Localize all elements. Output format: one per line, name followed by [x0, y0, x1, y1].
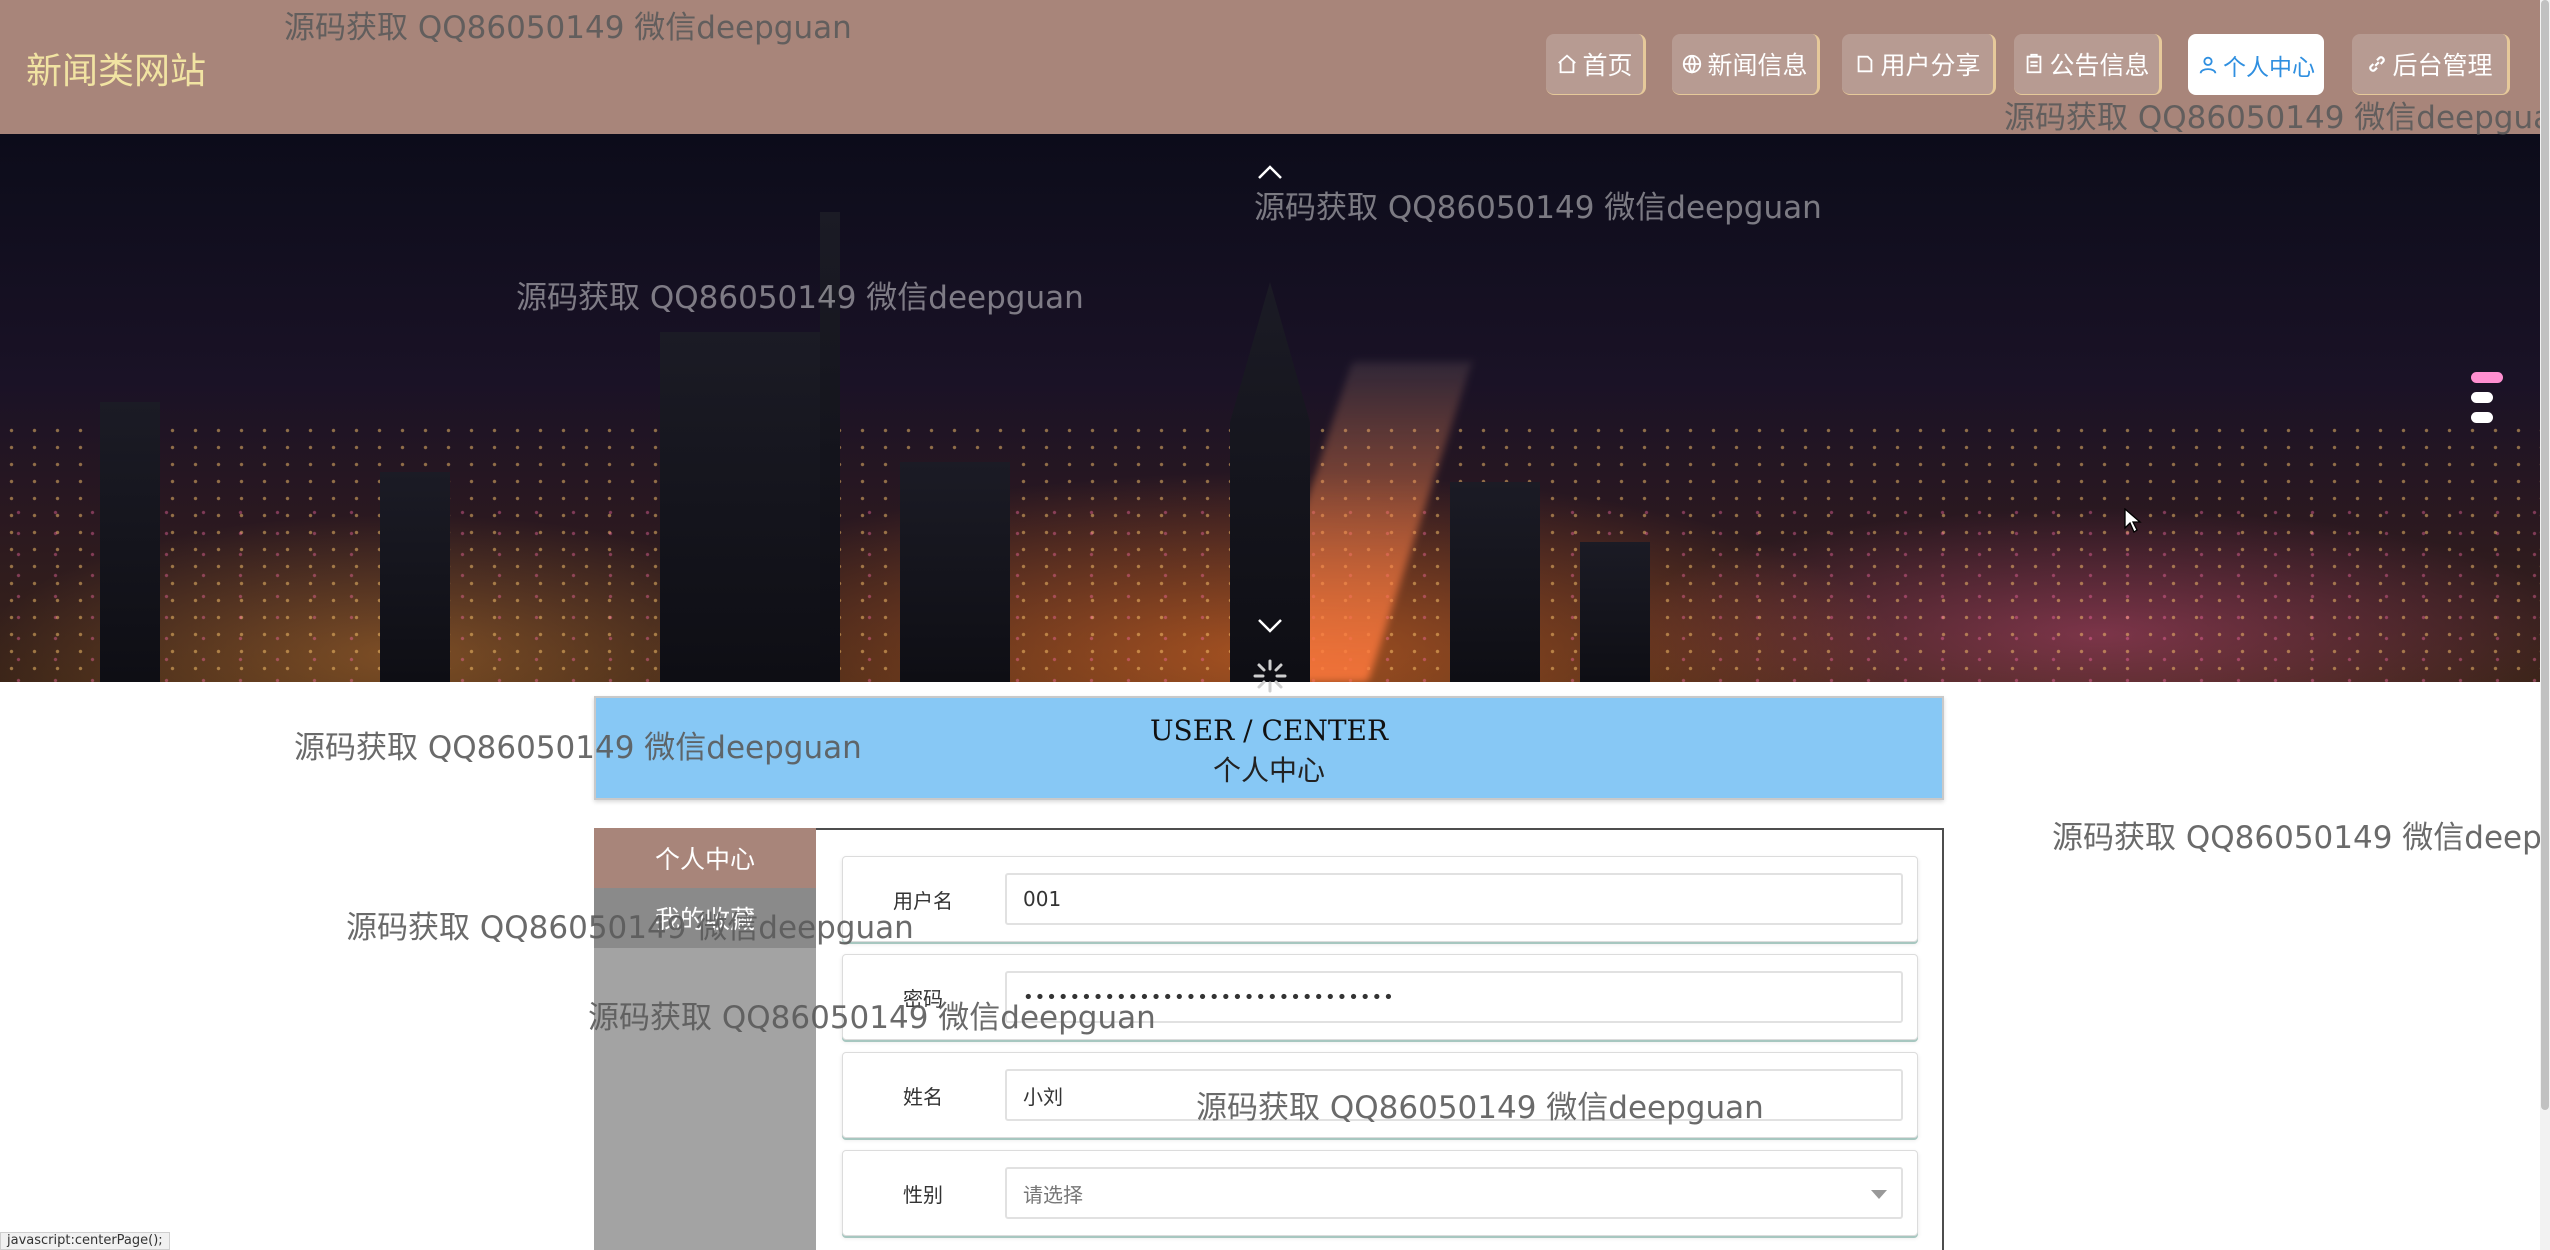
clipboard-icon	[2027, 53, 2042, 74]
watermark-text: 源码获取 QQ86050149 微信deepguan	[2052, 820, 2550, 856]
user-sidebar: 个人中心 我的收藏	[594, 828, 816, 1250]
gender-select-placeholder: 请选择	[1023, 1182, 1083, 1207]
gender-label: 性别	[903, 1182, 943, 1207]
carousel-dot[interactable]	[2471, 412, 2493, 423]
carousel-dot-active[interactable]	[2471, 372, 2503, 383]
profile-form: 用户名 001 密码 •••••••••••••••••••••••••••••…	[816, 828, 1944, 1250]
nav-news[interactable]: 新闻信息	[1672, 34, 1820, 95]
watermark-text: 源码获取 QQ86050149 微信deepguan	[294, 730, 862, 766]
skyscraper	[660, 332, 830, 682]
skyscraper	[380, 472, 450, 682]
watermark-text: 源码获取 QQ86050149 微信deepguan	[1254, 190, 1822, 226]
gender-select[interactable]: 请选择	[1005, 1167, 1903, 1219]
carousel-next-button[interactable]	[1250, 606, 1290, 646]
watermark-text: 源码获取 QQ86050149 微信deepguan	[1196, 1090, 1764, 1126]
watermark-text: 源码获取 QQ86050149 微信deepguan	[284, 10, 852, 46]
loading-spinner-icon	[1253, 659, 1287, 693]
watermark-text: 源码获取 QQ86050149 微信deepguan	[346, 910, 914, 946]
skyscraper	[900, 462, 1010, 682]
watermark-text: 源码获取 QQ86050149 微信deepguan	[2004, 100, 2550, 136]
page-scrollbar[interactable]	[2540, 0, 2550, 1250]
skyscraper	[1580, 542, 1650, 682]
watermark-text: 源码获取 QQ86050149 微信deepguan	[516, 280, 1084, 316]
nav-admin[interactable]: 后台管理	[2352, 34, 2510, 95]
watermark-text: 源码获取 QQ86050149 微信deepguan	[588, 1000, 1156, 1036]
link-icon	[2369, 56, 2386, 72]
carousel-pagination	[2471, 372, 2503, 432]
share-icon	[1858, 55, 1873, 73]
name-label: 姓名	[903, 1084, 943, 1109]
nav-notice[interactable]: 公告信息	[2014, 34, 2162, 95]
site-logo[interactable]: 新闻类网站	[26, 42, 206, 94]
mouse-cursor-icon	[2124, 508, 2142, 533]
nav-share[interactable]: 用户分享	[1842, 34, 1996, 95]
globe-icon	[1683, 54, 1702, 74]
chevron-up-icon	[1258, 165, 1282, 179]
user-icon	[2199, 56, 2217, 74]
skyscraper	[1450, 482, 1540, 682]
form-row-username: 用户名 001	[842, 856, 1918, 942]
browser-status-bar: javascript:centerPage();	[0, 1232, 170, 1250]
sidebar-item-user-center[interactable]: 个人中心	[594, 828, 816, 888]
chevron-down-icon	[1871, 1190, 1887, 1199]
home-icon	[1558, 54, 1577, 74]
carousel-dot[interactable]	[2471, 392, 2493, 403]
scrollbar-thumb[interactable]	[2541, 0, 2549, 1110]
form-row-gender: 性别 请选择	[842, 1150, 1918, 1236]
username-input[interactable]: 001	[1005, 873, 1903, 925]
skyscraper	[100, 402, 160, 682]
nav-user-center[interactable]: 个人中心	[2188, 34, 2324, 95]
nav-home[interactable]: 首页	[1546, 34, 1646, 95]
chevron-down-icon	[1258, 619, 1282, 633]
